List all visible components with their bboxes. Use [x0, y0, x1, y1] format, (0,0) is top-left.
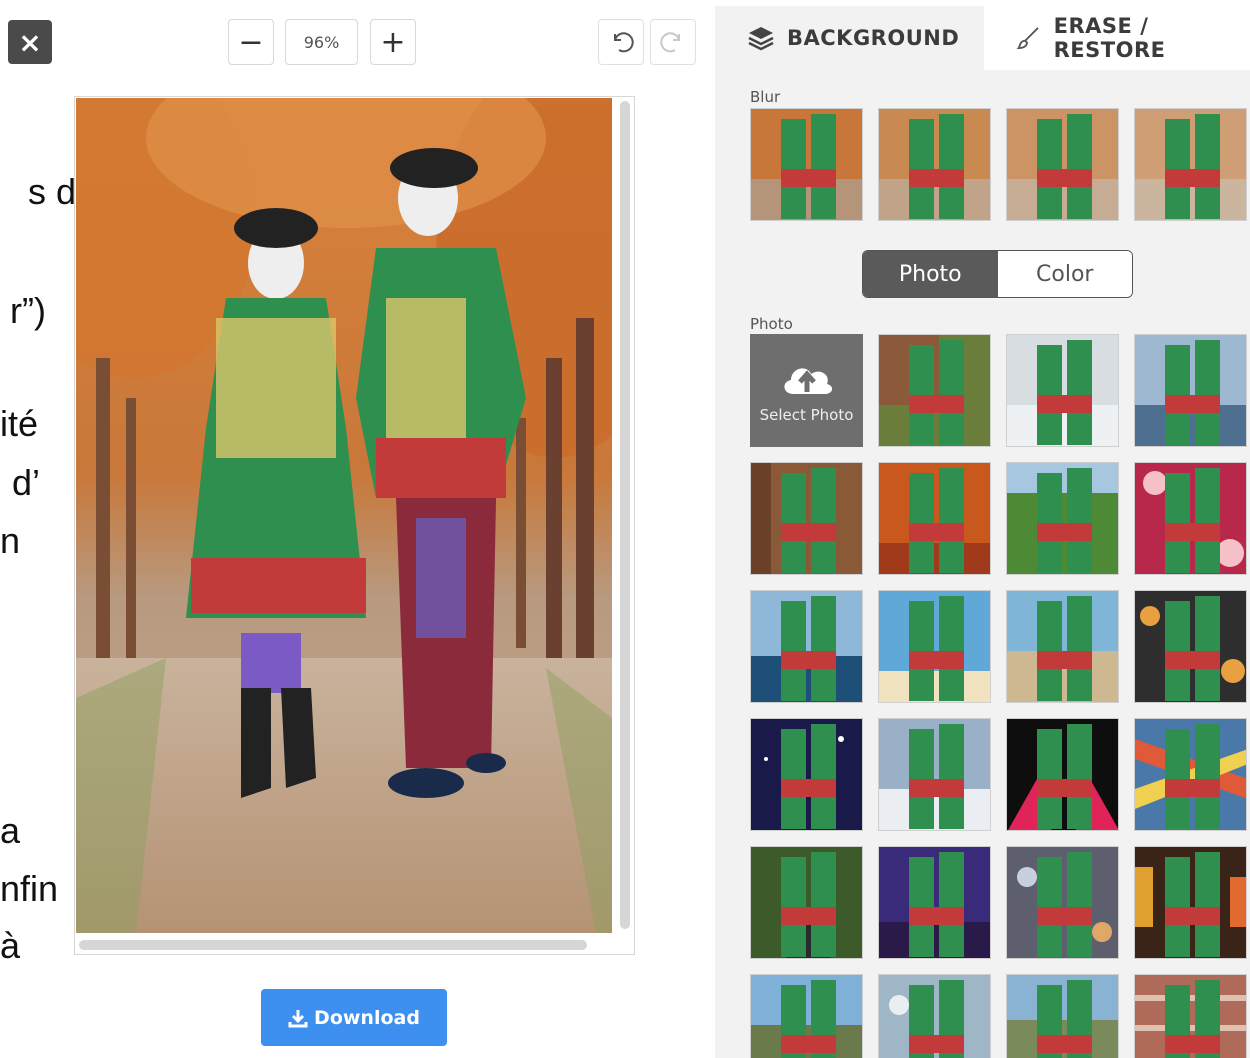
- select-photo-label: Select Photo: [759, 405, 854, 424]
- photo-color-toggle: Photo Color: [862, 250, 1133, 298]
- bg-text-line: d’: [12, 462, 41, 503]
- background-thumbnail[interactable]: [1134, 846, 1247, 959]
- bg-text-line: à: [0, 925, 21, 966]
- download-label: Download: [314, 1006, 420, 1029]
- bg-text-line: n: [0, 520, 21, 561]
- background-thumbnail[interactable]: [1006, 846, 1119, 959]
- close-icon: ×: [18, 25, 42, 59]
- background-thumbnail[interactable]: [878, 590, 991, 703]
- plus-icon: +: [380, 24, 406, 60]
- background-thumbnail[interactable]: [750, 718, 863, 831]
- toggle-photo[interactable]: Photo: [863, 251, 998, 297]
- undo-icon: [614, 32, 634, 53]
- download-button[interactable]: Download: [261, 989, 447, 1046]
- background-thumbnail[interactable]: [1006, 334, 1119, 447]
- brush-icon: [1016, 27, 1039, 49]
- background-thumbnail[interactable]: [1006, 590, 1119, 703]
- tab-erase-restore-label: ERASE / RESTORE: [1053, 14, 1166, 62]
- blur-thumbnail[interactable]: [1134, 108, 1247, 221]
- toggle-color[interactable]: Color: [997, 251, 1132, 297]
- bg-text-line: a: [0, 810, 21, 851]
- zoom-out-button[interactable]: −: [228, 19, 274, 65]
- undo-button[interactable]: [598, 19, 644, 65]
- select-photo-button[interactable]: Select Photo: [750, 334, 863, 447]
- background-thumbnail[interactable]: [878, 974, 991, 1058]
- close-button[interactable]: ×: [8, 20, 52, 64]
- redo-button[interactable]: [650, 19, 696, 65]
- bg-text-line: ité: [0, 403, 39, 444]
- background-thumbnail[interactable]: [1134, 974, 1247, 1058]
- background-thumbnail[interactable]: [878, 334, 991, 447]
- blur-thumbnail[interactable]: [878, 108, 991, 221]
- blur-section-label: Blur: [750, 88, 781, 106]
- cloud-upload-icon: [783, 367, 832, 394]
- zoom-in-button[interactable]: +: [370, 19, 416, 65]
- download-icon: [288, 1009, 308, 1027]
- bg-text-line: nfin: [0, 868, 59, 909]
- edited-photo: [76, 98, 612, 933]
- tab-background[interactable]: BACKGROUND: [715, 6, 984, 70]
- bg-text-line: r”): [10, 290, 46, 331]
- background-thumbnail[interactable]: [878, 718, 991, 831]
- background-thumbnail[interactable]: [1006, 462, 1119, 575]
- redo-icon: [660, 32, 680, 53]
- background-thumbnail[interactable]: [1006, 974, 1119, 1058]
- minus-icon: −: [238, 24, 264, 60]
- background-thumbnail[interactable]: [750, 974, 863, 1058]
- background-thumbnail[interactable]: [1134, 718, 1247, 831]
- horizontal-scrollbar[interactable]: [79, 940, 587, 950]
- zoom-level: 96%: [285, 19, 358, 65]
- tab-background-label: BACKGROUND: [787, 26, 960, 50]
- layers-icon: [748, 27, 774, 51]
- photo-section-label: Photo: [750, 315, 793, 333]
- blur-thumbnail[interactable]: [1006, 108, 1119, 221]
- background-thumbnail[interactable]: [750, 846, 863, 959]
- background-thumbnail[interactable]: [878, 462, 991, 575]
- blur-thumbnail[interactable]: [750, 108, 863, 221]
- tab-erase-restore[interactable]: ERASE / RESTORE: [984, 6, 1250, 70]
- background-thumbnail[interactable]: [750, 462, 863, 575]
- background-panel: BACKGROUND ERASE / RESTORE Blur Photo Co…: [715, 6, 1250, 1058]
- background-thumbnail[interactable]: [1134, 590, 1247, 703]
- background-thumbnail[interactable]: [1134, 334, 1247, 447]
- background-thumbnail[interactable]: [750, 590, 863, 703]
- background-thumbnail[interactable]: [1006, 718, 1119, 831]
- editor-canvas[interactable]: [74, 96, 635, 955]
- background-thumbnail[interactable]: [1134, 462, 1247, 575]
- background-thumbnail[interactable]: [878, 846, 991, 959]
- vertical-scrollbar[interactable]: [620, 101, 630, 929]
